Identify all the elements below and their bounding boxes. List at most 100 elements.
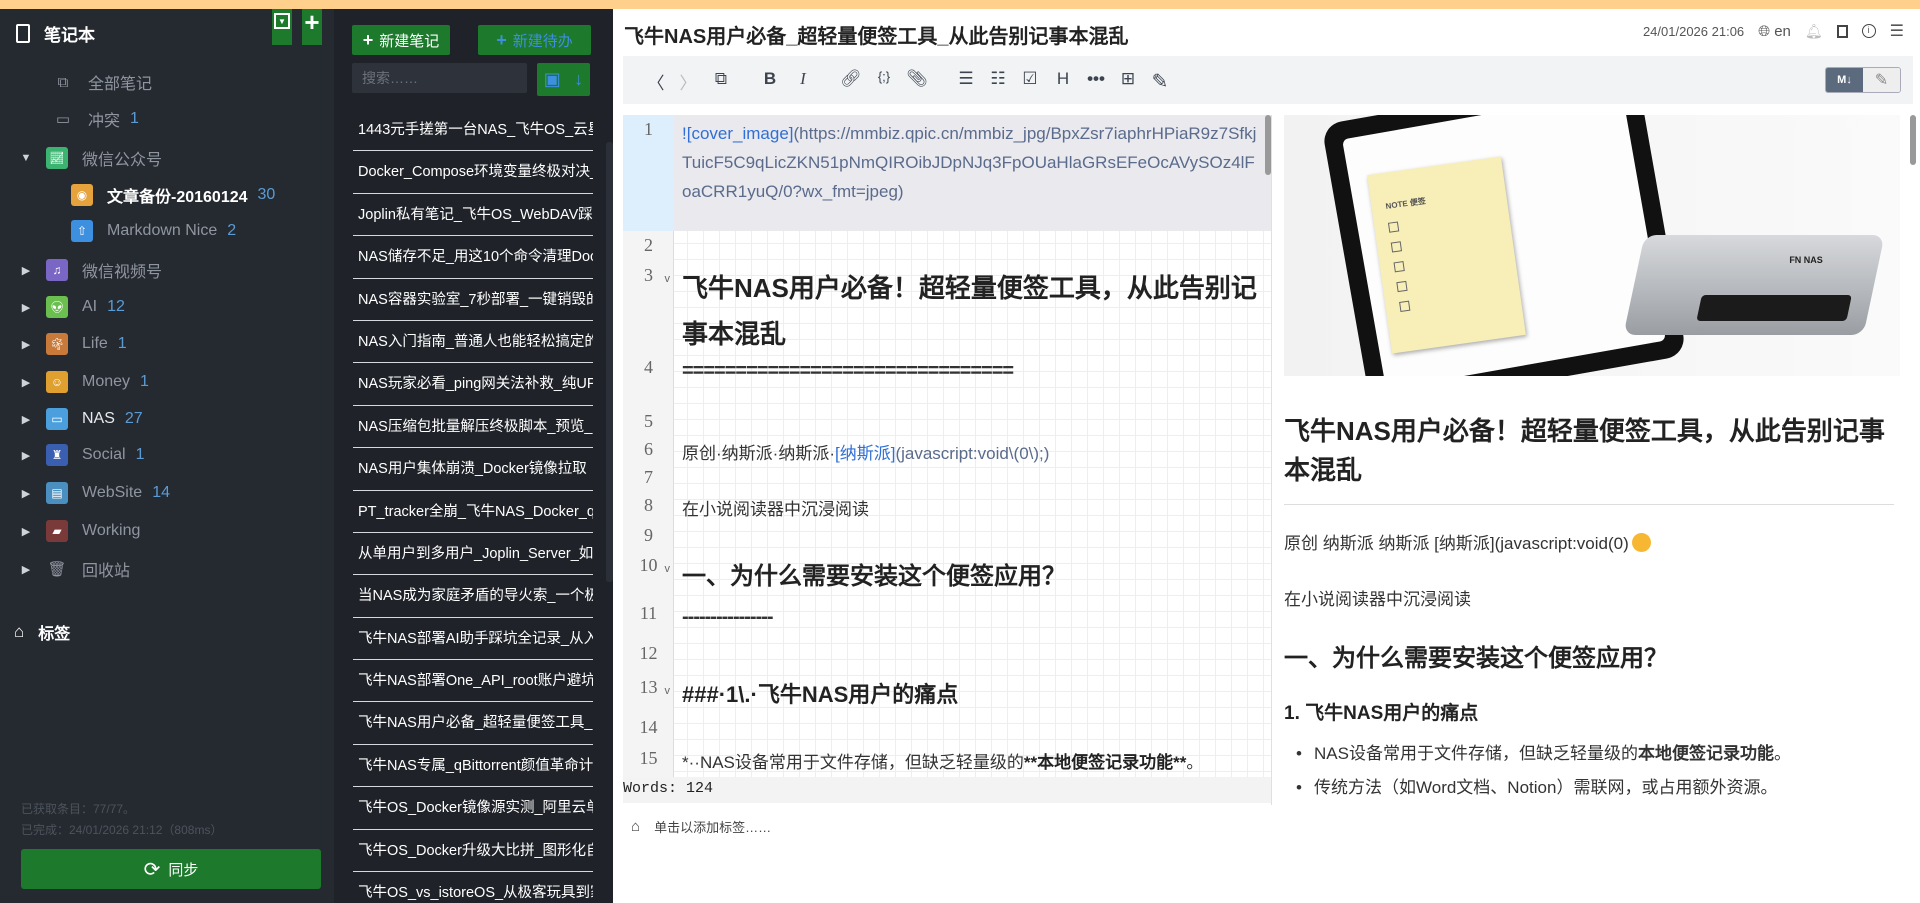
editor-line[interactable]: 12: [623, 639, 1271, 673]
sidebar-item-6[interactable]: ▶ 👽︎ AI 12: [0, 290, 125, 324]
info-icon[interactable]: i: [1861, 24, 1876, 38]
attachment-icon[interactable]: 📎︎: [906, 69, 928, 89]
sort-order-button[interactable]: ▣ ↓: [537, 63, 590, 96]
sidebar-item-4[interactable]: ▶⇧Markdown Nice2: [0, 214, 236, 248]
sync-button[interactable]: ⟳ 同步: [21, 849, 321, 889]
note-list-item[interactable]: 当NAS成为家庭矛盾的导火索_一个极: [353, 575, 593, 618]
editor-line[interactable]: 3 v 飞牛NAS用户必备！超轻量便签工具，从此告别记事本混乱: [623, 261, 1271, 353]
insert-datetime-icon[interactable]: ⊞: [1117, 69, 1139, 89]
editor-line[interactable]: 13 v ###·1\.·飞牛NAS用户的痛点: [623, 673, 1271, 713]
bullet-list-icon[interactable]: ☰: [955, 69, 977, 89]
forward-icon[interactable]: 〉: [677, 69, 699, 94]
search-input[interactable]: [352, 63, 527, 93]
editor-line[interactable]: 11 ----------------: [623, 599, 1271, 639]
editor-line[interactable]: 6 原创·纳斯派·纳斯派·[纳斯派](javascript:void\(0\);): [623, 435, 1271, 463]
note-list-item[interactable]: 飞牛NAS部署AI助手踩坑全记录_从入: [353, 618, 593, 661]
caret-down-icon[interactable]: ▼: [20, 152, 32, 164]
pane-divider[interactable]: [1271, 115, 1272, 805]
fold-chevron-icon[interactable]: v: [665, 563, 671, 575]
note-list-item[interactable]: NAS玩家必看_ping网关法补救_纯UP: [353, 363, 593, 406]
tags-header[interactable]: ⌂ 标签: [14, 615, 70, 649]
note-list-scrollbar[interactable]: [606, 142, 613, 582]
preview-scrollbar[interactable]: [1910, 115, 1916, 165]
checklist-icon[interactable]: ☑: [1019, 69, 1041, 89]
add-tags-button[interactable]: ⌂ 单击以添加标签……: [631, 817, 771, 836]
editor-view-toggle[interactable]: M↓ ✎: [1825, 67, 1901, 93]
caret-right-icon[interactable]: ▶: [20, 376, 32, 389]
sidebar-item-9[interactable]: ▶ ▭ NAS 27: [0, 402, 143, 436]
sidebar-item-7[interactable]: ▶ 🌴︎ Life 1: [0, 327, 127, 361]
note-list-item[interactable]: 飞牛NAS部署One_API_root账户避坑: [353, 660, 593, 703]
fold-chevron-icon[interactable]: v: [665, 685, 671, 697]
sidebar-item-10[interactable]: ▶ ♜ Social 1: [0, 438, 144, 472]
note-list-item[interactable]: 飞牛NAS专属_qBittorrent颜值革命计: [353, 745, 593, 788]
back-icon[interactable]: 〈: [645, 69, 667, 94]
bold-icon[interactable]: B: [759, 69, 781, 89]
code-icon[interactable]: {;}: [873, 69, 895, 84]
editor-line[interactable]: 8 在小说阅读器中沉浸阅读: [623, 491, 1271, 521]
editor-line[interactable]: 9: [623, 521, 1271, 551]
sidebar-item-1[interactable]: ▶▭冲突1: [0, 102, 139, 136]
caret-right-icon[interactable]: ▶: [20, 301, 32, 314]
caret-right-icon[interactable]: ▶: [20, 525, 32, 538]
editor-line[interactable]: 10 v 一、为什么需要安装这个便签应用？: [623, 551, 1271, 599]
note-title[interactable]: 飞牛NAS用户必备_超轻量便签工具_从此告别记事本混乱: [624, 20, 1128, 49]
caret-right-icon[interactable]: ▶: [20, 413, 32, 426]
note-list-item[interactable]: NAS储存不足_用这10个命令清理Doc: [353, 236, 593, 279]
new-todo-button[interactable]: + 新建待办: [478, 25, 591, 55]
sidebar-item-label: 全部笔记: [88, 76, 153, 93]
sidebar-item-13[interactable]: ▶ 🗑︎ 回收站: [0, 552, 130, 586]
italic-icon[interactable]: I: [792, 69, 814, 89]
note-list-item[interactable]: Docker_Compose环境变量终极对决_: [353, 151, 593, 194]
editor-line[interactable]: 2: [623, 231, 1271, 261]
editor-line[interactable]: 1 ![cover_image](https://mmbiz.qpic.cn/mm…: [623, 115, 1271, 231]
new-note-button[interactable]: + 新建笔记: [352, 25, 450, 55]
editor-line[interactable]: 5: [623, 407, 1271, 435]
link-icon[interactable]: 🔗︎: [840, 69, 862, 89]
horizontal-rule-icon[interactable]: •••: [1085, 69, 1107, 89]
editor-line[interactable]: 4 ===============================: [623, 353, 1271, 407]
note-list-item[interactable]: 飞牛OS_Docker镜像源实测_阿里云单: [353, 787, 593, 830]
editor-line[interactable]: 14: [623, 713, 1271, 744]
sidebar-item-11[interactable]: ▶ ▤ WebSite 14: [0, 476, 170, 510]
note-list-item[interactable]: 1443元手搓第一台NAS_飞牛OS_云星: [353, 109, 593, 152]
note-list-item[interactable]: 飞牛NAS用户必备_超轻量便签工具_从: [353, 702, 593, 745]
caret-right-icon[interactable]: ▶: [20, 449, 32, 462]
markdown-editor[interactable]: 1 ![cover_image](https://mmbiz.qpic.cn/mm…: [623, 115, 1271, 777]
note-list-item[interactable]: 从单用户到多用户_Joplin_Server_如何: [353, 533, 593, 576]
caret-right-icon[interactable]: ▶: [20, 264, 32, 277]
caret-right-icon[interactable]: ▶: [20, 338, 32, 351]
note-list-item[interactable]: NAS压缩包批量解压终极脚本_预览_: [353, 406, 593, 449]
sidebar-item-8[interactable]: ▶ ☺ Money 1: [0, 365, 149, 399]
note-list-item[interactable]: NAS入门指南_普通人也能轻松搞定的: [353, 321, 593, 364]
collapse-notebooks-button[interactable]: ▼: [272, 9, 292, 45]
editor-line[interactable]: 15 *··NAS设备常用于文件存储，但缺乏轻量级的**本地便签记录功能**。: [623, 744, 1271, 774]
outline-list-icon[interactable]: ☰: [1890, 21, 1904, 41]
layout-toggle-icon[interactable]: [1836, 24, 1848, 38]
sidebar-item-12[interactable]: ▶ ▰ Working: [0, 514, 140, 548]
sidebar-item-3[interactable]: ▶◉文章备份-2016012430: [0, 178, 275, 212]
sidebar-item-5[interactable]: ▶ ♫ 微信视频号: [0, 253, 162, 287]
note-list-item[interactable]: 飞牛OS_Docker升级大比拼_图形化自: [353, 830, 593, 873]
caret-right-icon[interactable]: ▶: [20, 563, 32, 576]
bell-icon[interactable]: 🔔︎: [1805, 23, 1823, 40]
caret-right-icon[interactable]: ▶: [20, 487, 32, 500]
note-list-item[interactable]: NAS用户集体崩溃_Docker镜像拉取: [353, 448, 593, 491]
rich-text-mode-icon[interactable]: ✎: [1863, 68, 1900, 92]
add-notebook-button[interactable]: +: [302, 9, 322, 45]
sidebar-item-0[interactable]: ▶⧉全部笔记: [0, 65, 152, 99]
markdown-mode-icon[interactable]: M↓: [1826, 68, 1863, 92]
note-list-item[interactable]: NAS容器实验室_7秒部署_一键销毁的: [353, 279, 593, 321]
external-edit-icon[interactable]: ⧉: [710, 69, 732, 89]
numbered-list-icon[interactable]: ☷: [987, 69, 1009, 89]
editor-line[interactable]: 7: [623, 463, 1271, 491]
sidebar-item-2[interactable]: ▼ 📈︎ 微信公众号: [0, 141, 162, 175]
heading-icon[interactable]: H: [1052, 69, 1074, 89]
fold-chevron-icon[interactable]: v: [665, 273, 671, 285]
note-list-item[interactable]: Joplin私有笔记_飞牛OS_WebDAV踩坑: [353, 194, 593, 237]
note-list-item[interactable]: PT_tracker全崩_飞牛NAS_Docker_qB: [353, 491, 593, 533]
note-list-item[interactable]: 飞牛OS_vs_istoreOS_从极客玩具到家: [353, 872, 593, 903]
notebooks-header[interactable]: 笔记本: [16, 21, 95, 46]
pen-icon[interactable]: ✎: [1149, 69, 1171, 94]
language-button[interactable]: 🌐︎ en: [1758, 23, 1791, 40]
